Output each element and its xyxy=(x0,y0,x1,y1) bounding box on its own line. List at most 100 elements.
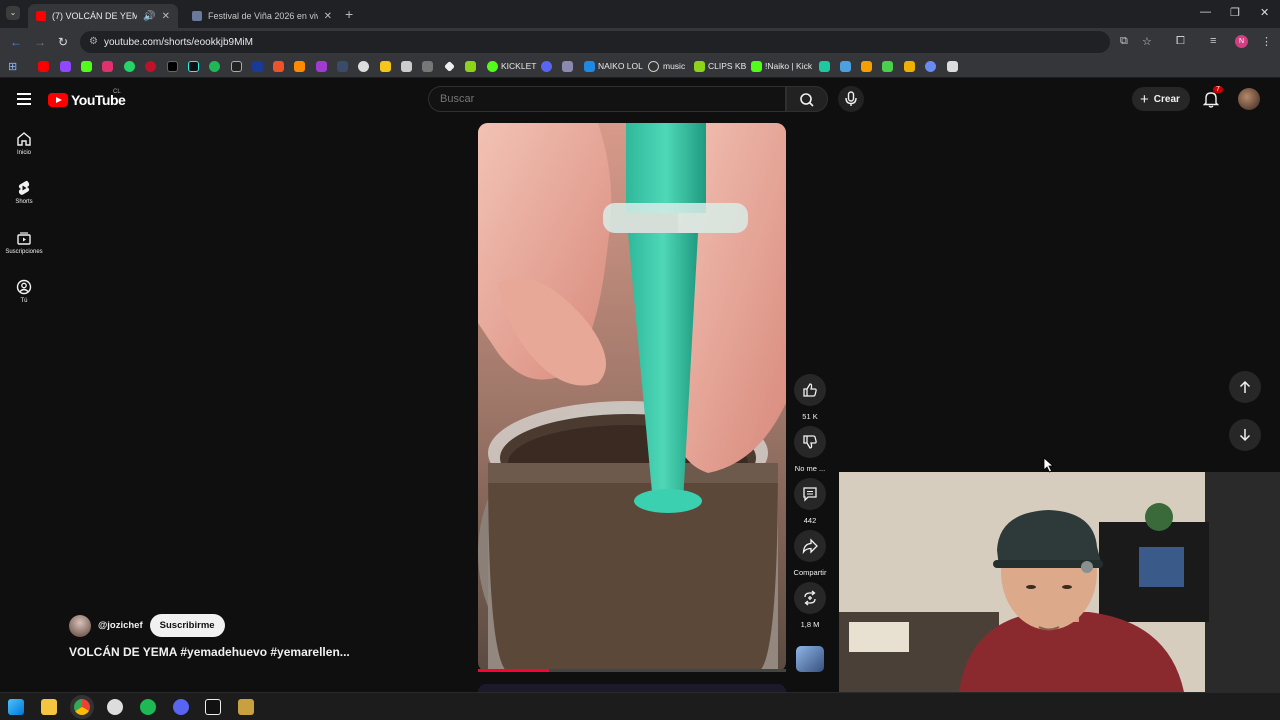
bookmark-r-icon[interactable] xyxy=(861,61,872,72)
bookmark-orange-icon[interactable] xyxy=(294,61,305,72)
bookmark-clips-icon[interactable] xyxy=(694,61,705,72)
bookmark-naiko-icon[interactable] xyxy=(584,61,595,72)
bookmark-u-icon[interactable] xyxy=(904,61,915,72)
next-short-button[interactable] xyxy=(1229,419,1261,451)
bookmark-instagram-icon[interactable] xyxy=(102,61,113,72)
tab-volcan-de-yema[interactable]: (7) VOLCÁN DE YEMA #yem 🔊 ✕ xyxy=(28,4,178,28)
site-info-icon[interactable]: ⚙ xyxy=(89,36,98,47)
browser-menu-icon[interactable]: ⋮ xyxy=(1261,35,1272,48)
start-menu-icon[interactable] xyxy=(8,699,24,715)
audio-track-thumbnail[interactable] xyxy=(796,646,824,672)
bookmark-s-icon[interactable] xyxy=(231,61,242,72)
create-button[interactable]: + Crear xyxy=(1132,87,1190,111)
sidebar-item-tu[interactable]: Tú xyxy=(0,279,48,304)
bookmark-blue-icon[interactable] xyxy=(252,61,263,72)
bookmark-purple-icon[interactable] xyxy=(316,61,327,72)
bookmark-last-icon[interactable] xyxy=(947,61,958,72)
bookmark-bars-icon[interactable] xyxy=(840,61,851,72)
short-title[interactable]: VOLCÁN DE YEMA #yemadehuevo #yemarellen.… xyxy=(69,645,350,659)
address-bar[interactable]: ⚙ youtube.com/shorts/eookkjb9MiM xyxy=(80,31,1110,53)
profile-avatar[interactable]: N xyxy=(1235,35,1248,48)
obs-icon[interactable] xyxy=(107,699,123,715)
youtube-logo[interactable]: YouTube CL xyxy=(48,89,126,108)
bookmark-x-icon[interactable] xyxy=(167,61,178,72)
bookmark-globe-icon[interactable] xyxy=(358,61,369,72)
bookmark-spotify-icon[interactable] xyxy=(209,61,220,72)
bookmark-twitch-icon[interactable] xyxy=(60,61,71,72)
remix-button[interactable]: 1,8 M xyxy=(792,582,828,629)
bookmark-stack-icon[interactable] xyxy=(273,61,284,72)
bookmark-youtube-icon[interactable] xyxy=(38,61,49,72)
short-video-player[interactable] xyxy=(478,123,786,672)
sidebar-item-label: Shorts xyxy=(15,199,33,205)
speaker-icon[interactable]: 🔊 xyxy=(143,11,155,22)
back-icon[interactable]: ← xyxy=(10,35,22,49)
you-icon xyxy=(16,279,32,295)
bookmark-naiko-lol-label[interactable]: NAIKO LOL xyxy=(598,61,643,71)
bookmark-music-label[interactable]: music xyxy=(663,61,685,71)
bookmark-swirl-icon[interactable] xyxy=(925,61,936,72)
sidebar-item-inicio[interactable]: Inicio xyxy=(0,131,48,156)
new-tab-button[interactable]: + xyxy=(345,6,353,22)
sidebar-item-suscripciones[interactable]: Suscripciones xyxy=(0,230,48,255)
video-progress-bar[interactable] xyxy=(478,669,786,672)
forward-icon[interactable]: → xyxy=(34,35,46,49)
bookmark-yellow-icon[interactable] xyxy=(380,61,391,72)
file-explorer-icon[interactable] xyxy=(41,699,57,715)
comments-button[interactable]: 442 xyxy=(792,478,828,525)
tab-search-icon[interactable]: ⌄ xyxy=(6,6,20,20)
reload-icon[interactable]: ↻ xyxy=(58,35,68,49)
bookmark-kicklet-icon[interactable] xyxy=(487,61,498,72)
hamburger-menu-icon[interactable] xyxy=(17,93,31,105)
dislike-button[interactable]: No me ... xyxy=(792,426,828,473)
sidebar-item-shorts[interactable]: Shorts xyxy=(0,180,48,205)
spotify-icon[interactable] xyxy=(140,699,156,715)
streaming-app-icon[interactable] xyxy=(205,699,221,715)
voice-search-button[interactable] xyxy=(838,86,864,112)
close-tab-icon[interactable]: ✕ xyxy=(162,11,170,22)
bookmark-green-icon[interactable] xyxy=(465,61,476,72)
bookmark-red-icon[interactable] xyxy=(145,61,156,72)
extensions-icon[interactable]: ⧠ xyxy=(1176,35,1185,48)
close-tab-icon[interactable]: ✕ xyxy=(324,11,332,22)
bookmark-kick-icon[interactable] xyxy=(81,61,92,72)
bookmark-kicklet-label[interactable]: KICKLET xyxy=(501,61,536,71)
search-button[interactable] xyxy=(786,86,828,112)
bookmark-teal-icon[interactable] xyxy=(819,61,830,72)
discord-icon[interactable] xyxy=(173,699,189,715)
apps-grid-icon[interactable]: ⊞ xyxy=(8,60,17,73)
bookmark-naiko-kick-label[interactable]: !Naiko | Kick xyxy=(765,61,812,71)
subscribe-button[interactable]: Suscribirme xyxy=(149,614,225,637)
bookmark-music-icon[interactable] xyxy=(648,61,659,72)
install-app-icon[interactable]: ⧉ xyxy=(1120,35,1128,48)
bookmark-clips-kb-label[interactable]: CLIPS KB xyxy=(708,61,746,71)
bookmark-gray-icon[interactable] xyxy=(422,61,433,72)
account-avatar[interactable] xyxy=(1238,88,1260,110)
media-controls-icon[interactable]: ≡ xyxy=(1210,35,1216,47)
festival-favicon-icon xyxy=(192,11,202,21)
bookmark-lime-icon[interactable] xyxy=(882,61,893,72)
chrome-icon[interactable] xyxy=(74,699,90,715)
bookmark-kick-channel-icon[interactable] xyxy=(751,61,762,72)
channel-avatar[interactable] xyxy=(69,614,91,637)
bookmark-cat-icon[interactable] xyxy=(401,61,412,72)
like-button[interactable]: 51 K xyxy=(792,374,828,421)
league-icon[interactable] xyxy=(238,699,254,715)
minimize-window-button[interactable]: — xyxy=(1200,6,1211,18)
close-window-button[interactable]: ✕ xyxy=(1260,6,1269,19)
restore-window-button[interactable]: ❐ xyxy=(1230,6,1240,19)
bookmark-tiktok-icon[interactable] xyxy=(188,61,199,72)
notification-count-badge: 7 xyxy=(1213,86,1223,93)
search-input[interactable] xyxy=(429,87,785,111)
bookmark-shield-icon[interactable] xyxy=(562,61,573,72)
bookmark-search-icon[interactable] xyxy=(337,61,348,72)
channel-name[interactable]: @jozichef xyxy=(98,620,143,631)
search-box[interactable] xyxy=(428,86,786,112)
bookmark-star-icon[interactable]: ☆ xyxy=(1142,35,1152,48)
bookmark-discord-icon[interactable] xyxy=(541,61,552,72)
share-button[interactable]: Compartir xyxy=(792,530,828,577)
previous-short-button[interactable] xyxy=(1229,371,1261,403)
tab-festival-vina[interactable]: Festival de Viña 2026 en vivo ✕ xyxy=(184,4,340,28)
bookmark-diamond-icon[interactable] xyxy=(444,61,455,72)
bookmark-whatsapp-icon[interactable] xyxy=(124,61,135,72)
